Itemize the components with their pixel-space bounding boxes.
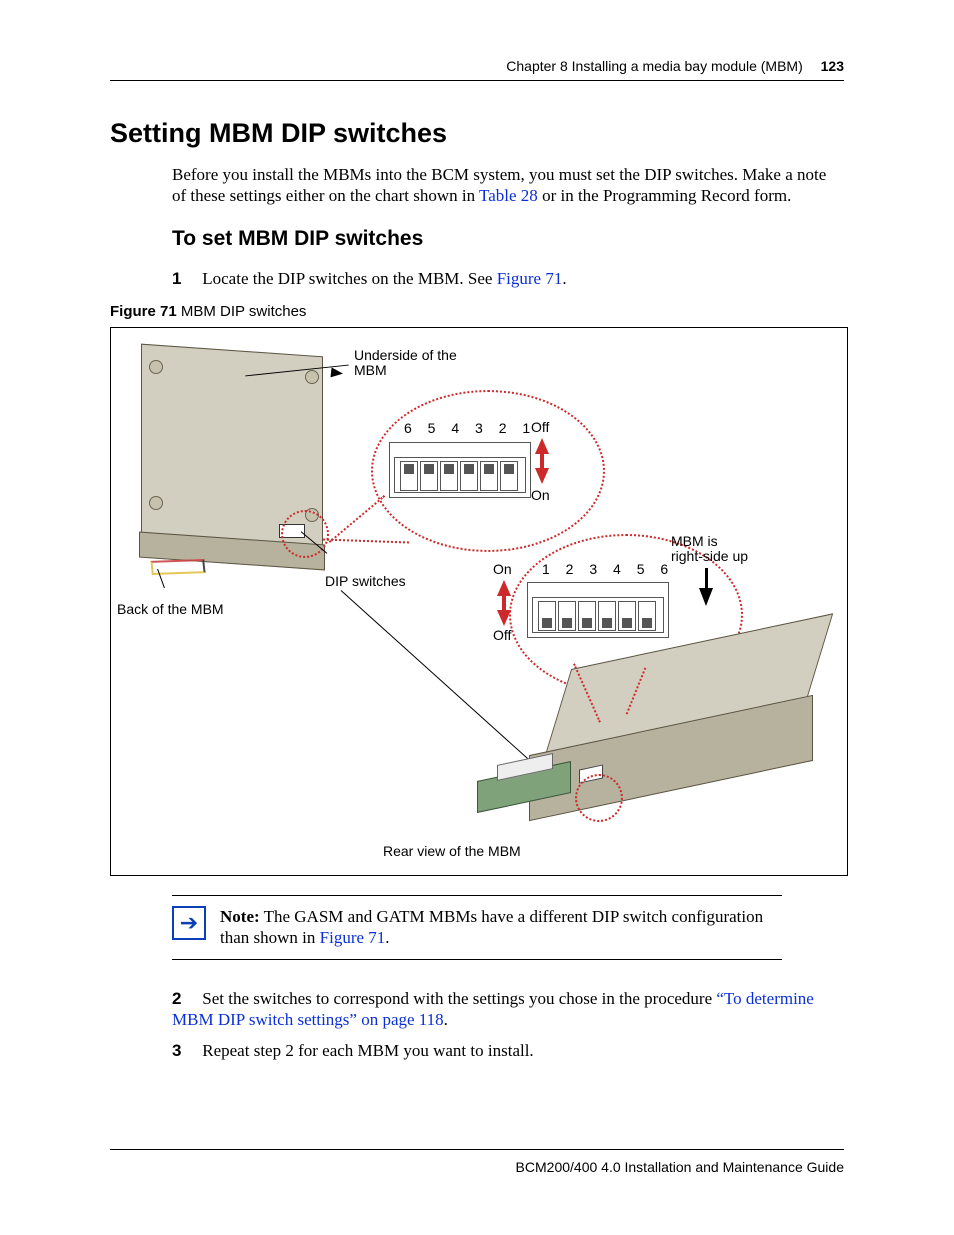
page-number: 123 xyxy=(821,58,844,74)
step-3-number: 3 xyxy=(172,1041,198,1061)
step-2-text-a: Set the switches to correspond with the … xyxy=(202,989,716,1008)
note-text: Note: The GASM and GATM MBMs have a diff… xyxy=(220,906,782,949)
header-rule xyxy=(110,80,844,81)
heading-1: Setting MBM DIP switches xyxy=(110,118,447,149)
label-off1: Off xyxy=(531,420,549,435)
note-rule-bottom xyxy=(172,959,782,960)
step-2-number: 2 xyxy=(172,988,198,1009)
arrow-stem-1 xyxy=(540,452,544,468)
heading-2: To set MBM DIP switches xyxy=(172,227,423,251)
figure-number: Figure 71 xyxy=(110,303,177,320)
label-nums-desc: 6 5 4 3 2 1 xyxy=(404,421,536,436)
figure-caption: Figure 71 MBM DIP switches xyxy=(110,303,306,320)
step-1: 1 Locate the DIP switches on the MBM. Se… xyxy=(172,269,844,289)
label-underside: Underside of the MBM xyxy=(354,348,457,379)
link-figure-71-b[interactable]: Figure 71 xyxy=(320,928,386,947)
link-table-28[interactable]: Table 28 xyxy=(479,186,538,205)
step-3: 3 Repeat step 2 for each MBM you want to… xyxy=(172,1041,844,1061)
label-dip-switches: DIP switches xyxy=(325,574,406,589)
label-on1: On xyxy=(531,488,550,503)
note-bold: Note: xyxy=(220,907,260,926)
step-2-text-b: . xyxy=(444,1010,448,1029)
label-nums-asc: 1 2 3 4 5 6 xyxy=(542,562,674,577)
black-arrow-stem xyxy=(705,568,708,590)
label-mbm-right-side-up: MBM is right-side up xyxy=(671,534,748,565)
step-1-text-b: . xyxy=(562,269,566,288)
footer-rule xyxy=(110,1149,844,1150)
label-back: Back of the MBM xyxy=(117,602,224,617)
step-3-text: Repeat step 2 for each MBM you want to i… xyxy=(202,1041,533,1060)
step-2: 2 Set the switches to correspond with th… xyxy=(172,988,844,1031)
running-header: Chapter 8 Installing a media bay module … xyxy=(506,58,844,74)
intro-paragraph: Before you install the MBMs into the BCM… xyxy=(172,164,844,207)
dip-zoom-desc xyxy=(389,442,531,498)
arrow-right-icon: ➔ xyxy=(180,912,198,934)
label-on2: On xyxy=(493,562,512,577)
step-1-text-a: Locate the DIP switches on the MBM. See xyxy=(202,269,496,288)
note-text-b: . xyxy=(385,928,389,947)
step-1-number: 1 xyxy=(172,269,198,289)
note-text-a: The GASM and GATM MBMs have a different … xyxy=(220,907,763,947)
figure-title: MBM DIP switches xyxy=(177,303,307,320)
label-rear-view: Rear view of the MBM xyxy=(383,844,521,859)
arrow-down-red-1 xyxy=(535,468,549,484)
note-icon: ➔ xyxy=(172,906,206,940)
link-figure-71-a[interactable]: Figure 71 xyxy=(497,269,563,288)
figure-71: Underside of the MBM 6 5 4 3 2 1 Off On … xyxy=(110,327,848,876)
note-block: ➔ Note: The GASM and GATM MBMs have a di… xyxy=(172,895,782,960)
mbm-rear-illustration xyxy=(473,605,833,845)
intro-text-b: or in the Programming Record form. xyxy=(538,186,792,205)
footer-text: BCM200/400 4.0 Installation and Maintena… xyxy=(516,1159,844,1175)
chapter-title: Chapter 8 Installing a media bay module … xyxy=(506,58,802,74)
dip-highlight-rear xyxy=(575,774,623,822)
black-arrow-down-icon xyxy=(699,588,713,606)
